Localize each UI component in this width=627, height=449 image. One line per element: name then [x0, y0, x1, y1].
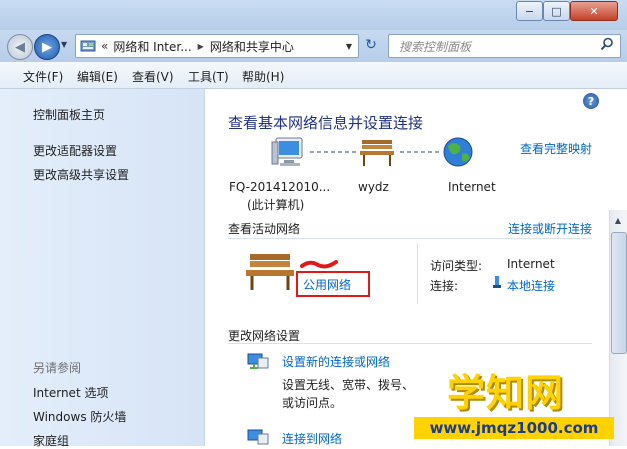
- address-dropdown-icon[interactable]: ▼: [346, 42, 352, 51]
- breadcrumb-separator-icon[interactable]: ▶: [198, 42, 204, 51]
- scroll-up-arrow-icon[interactable]: ▲: [610, 212, 626, 228]
- new-connection-icon: [247, 353, 269, 369]
- computer-name: FQ-201412010...: [229, 180, 331, 194]
- description-line-1: 设置无线、宽带、拨号、: [282, 378, 415, 392]
- connect-network-icon: [247, 429, 269, 445]
- view-full-map-link[interactable]: 查看完整映射: [520, 140, 592, 157]
- access-type-value: Internet: [507, 257, 555, 271]
- globe-icon: [443, 137, 473, 167]
- page-title: 查看基本网络信息并设置连接: [228, 114, 424, 132]
- minimize-button[interactable]: −: [516, 1, 543, 21]
- search-icon[interactable]: [600, 37, 614, 55]
- connect-to-network-link[interactable]: 连接到网络: [282, 430, 342, 447]
- maximize-button[interactable]: □: [543, 1, 570, 21]
- address-bar[interactable]: « 网络和 Inter... ▶ 网络和共享中心 ▼: [75, 34, 359, 58]
- description-line-2: 或访问点。: [282, 396, 343, 410]
- sidebar-item-control-panel-home[interactable]: 控制面板主页: [33, 106, 105, 123]
- menu-edit[interactable]: 编辑(E): [77, 68, 118, 85]
- sidebar-item-homegroup[interactable]: 家庭组: [33, 432, 69, 449]
- highlight-annotation: [296, 271, 370, 297]
- redacted-network-name-mark: [300, 260, 338, 269]
- forward-button[interactable]: ▶: [34, 34, 60, 60]
- network-map: [271, 137, 473, 167]
- sidebar-item-advanced-sharing[interactable]: 更改高级共享设置: [33, 166, 129, 183]
- sidebar-item-change-adapter-settings[interactable]: 更改适配器设置: [33, 142, 117, 159]
- change-settings-heading: 更改网络设置: [228, 329, 301, 343]
- access-type-label: 访问类型:: [430, 259, 483, 273]
- refresh-button[interactable]: ↻: [361, 34, 381, 56]
- breadcrumb-network-sharing-center[interactable]: 网络和共享中心: [210, 38, 294, 55]
- menu-file[interactable]: 文件(F): [23, 68, 63, 85]
- search-placeholder: 搜索控制面板: [399, 40, 472, 54]
- section-divider: [228, 238, 592, 239]
- connection-label: 连接:: [430, 279, 459, 293]
- local-connection-link[interactable]: 本地连接: [507, 277, 555, 294]
- setup-new-connection-description: 设置无线、宽带、拨号、 或访问点。: [282, 376, 414, 412]
- active-networks-heading: 查看活动网络: [228, 222, 301, 236]
- computer-subtitle: (此计算机): [247, 198, 305, 212]
- connect-disconnect-link[interactable]: 连接或断开连接: [508, 220, 592, 237]
- vertical-divider: [417, 244, 418, 304]
- control-panel-icon: [80, 40, 96, 52]
- menu-view[interactable]: 查看(V): [132, 68, 174, 85]
- address-overflow-chevron[interactable]: «: [101, 39, 108, 53]
- internet-label: Internet: [448, 180, 496, 194]
- computer-icon: [271, 137, 303, 166]
- setup-new-connection-link[interactable]: 设置新的连接或网络: [282, 353, 390, 370]
- ethernet-icon: [491, 276, 503, 293]
- public-network-bench-icon: [246, 254, 294, 290]
- sidebar-item-windows-firewall[interactable]: Windows 防火墙: [33, 408, 126, 425]
- help-icon[interactable]: ?: [583, 93, 599, 109]
- close-button[interactable]: ✕: [570, 1, 618, 21]
- sidebar-item-internet-options[interactable]: Internet 选项: [33, 384, 108, 401]
- breadcrumb-network-internet[interactable]: 网络和 Inter...: [113, 38, 191, 55]
- back-button[interactable]: ◀: [7, 34, 33, 60]
- section-divider-2: [228, 343, 592, 344]
- watermark-logo: 学知网: [447, 371, 565, 415]
- menu-tools[interactable]: 工具(T): [188, 68, 229, 85]
- search-input[interactable]: 搜索控制面板: [388, 34, 621, 58]
- watermark-url: www.jmqz1000.com: [414, 417, 614, 439]
- bench-icon: [360, 140, 394, 166]
- network-name: wydz: [358, 180, 389, 194]
- scrollbar-thumb[interactable]: [611, 232, 627, 354]
- menu-help[interactable]: 帮助(H): [242, 68, 284, 85]
- recent-pages-dropdown[interactable]: ▼: [61, 40, 67, 49]
- see-also-heading: 另请参阅: [33, 361, 82, 375]
